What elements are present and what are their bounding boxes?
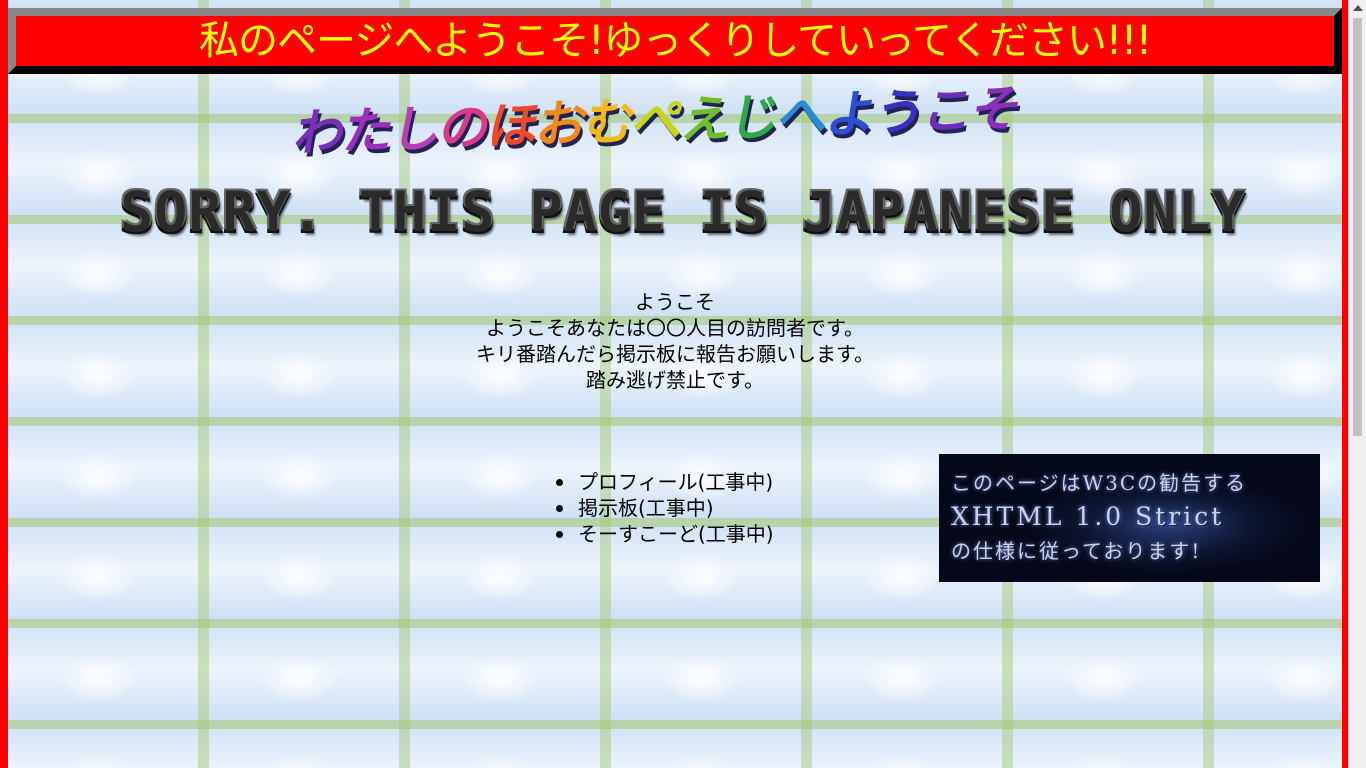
menu-item-label[interactable]: 掲示板(工事中): [578, 496, 714, 520]
page-title: 私のページへようこそ!ゆっくりしていってください!!!: [199, 18, 1152, 64]
bullet-icon: [556, 505, 563, 512]
header-bar: 私のページへようこそ!ゆっくりしていってください!!!: [8, 8, 1342, 74]
vertical-scrollbar[interactable]: [1348, 0, 1366, 768]
scrollbar-thumb[interactable]: [1353, 18, 1362, 436]
w3c-xhtml-badge[interactable]: このページはW3Cの勧告する XHTML 1.0 Strict の仕様に従ってお…: [939, 454, 1320, 582]
w3c-badge-line: このページはW3Cの勧告する: [951, 471, 1248, 495]
menu-item-label[interactable]: そーすこーど(工事中): [578, 522, 774, 546]
menu-item-bbs[interactable]: 掲示板(工事中): [556, 495, 774, 521]
kiriban-notice-line: キリ番踏んだら掲示板に報告お願いします。: [476, 342, 874, 366]
visitor-counter-line: ようこそあなたは〇〇人目の訪問者です。: [486, 316, 864, 340]
welcome-logo: わたしのほおむぺえじへようこそ: [289, 71, 1077, 170]
bullet-icon: [556, 479, 563, 486]
menu-item-source-code[interactable]: そーすこーど(工事中): [556, 521, 774, 547]
site-menu: プロフィール(工事中) 掲示板(工事中) そーすこーど(工事中): [556, 469, 774, 547]
w3c-badge-standard: XHTML 1.0 Strict: [951, 502, 1225, 531]
no-hit-and-run-line: 踏み逃げ禁止です。: [586, 368, 764, 392]
bullet-icon: [556, 531, 563, 538]
scroll-up-arrow-icon[interactable]: [1353, 5, 1363, 11]
menu-item-label[interactable]: プロフィール(工事中): [578, 470, 773, 494]
menu-item-profile[interactable]: プロフィール(工事中): [556, 469, 774, 495]
page-body: 私のページへようこそ!ゆっくりしていってください!!! わたしのほおむぺえじへよ…: [8, 0, 1342, 768]
welcome-line: ようこそ: [635, 290, 715, 314]
japanese-only-banner: SORRY. THIS PAGE IS JAPANESE ONLY: [120, 180, 1246, 244]
welcome-message: ようこそ ようこそあなたは〇〇人目の訪問者です。 キリ番踏んだら掲示板に報告お願…: [8, 289, 1342, 393]
w3c-badge-line: の仕様に従っております!: [951, 539, 1202, 563]
